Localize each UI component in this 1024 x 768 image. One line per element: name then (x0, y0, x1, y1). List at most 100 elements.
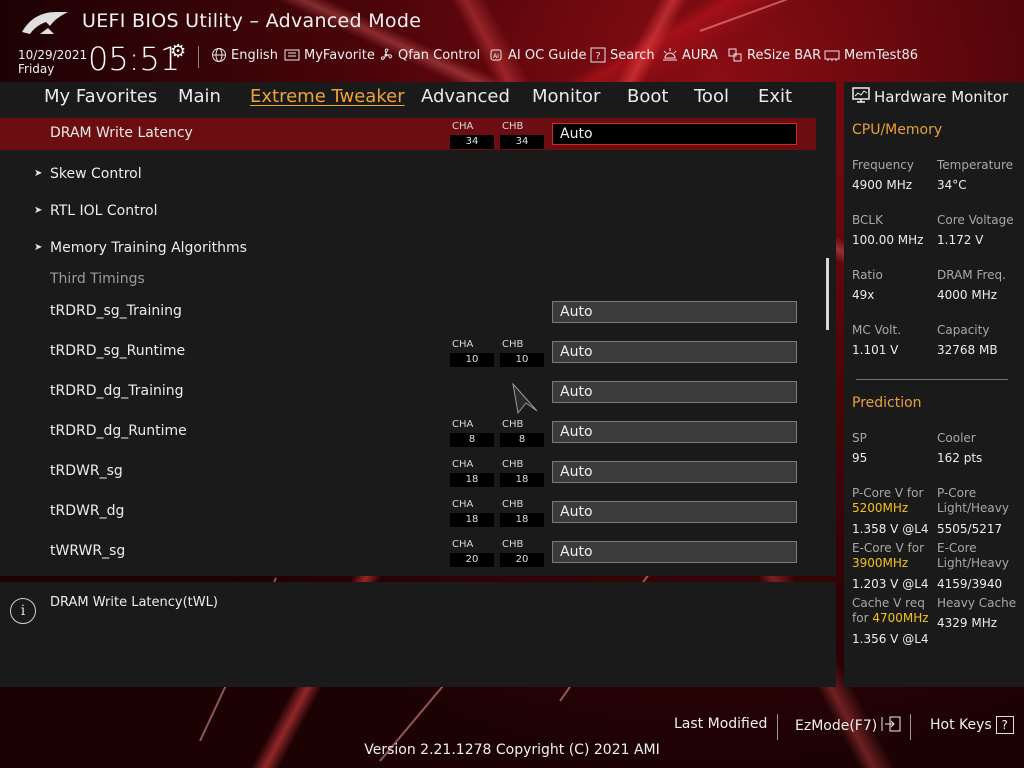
last-modified-button[interactable]: Last Modified (674, 716, 767, 732)
setting-row[interactable]: tWRWR_sg CHA 20 CHB 20 Auto (0, 536, 816, 568)
sp-label: SP (852, 431, 867, 445)
value-input[interactable]: Auto (552, 301, 797, 323)
aura-button[interactable]: AURA (662, 47, 718, 63)
date-text: 10/29/2021 (18, 48, 88, 62)
channel-b-readout: CHB 10 (500, 339, 546, 369)
temperature-value: 34°C (937, 178, 967, 192)
cache-v-value: 1.356 V @L4 (852, 632, 929, 646)
heavy-cache-value: 4329 MHz (937, 616, 998, 630)
temperature-label: Temperature (937, 158, 1014, 172)
gear-icon[interactable]: ⚙ (170, 41, 186, 62)
search-button[interactable]: ? Search (590, 47, 655, 63)
window-title: UEFI BIOS Utility – Advanced Mode (82, 10, 422, 32)
prediction-section-title: Prediction (852, 395, 922, 411)
qfan-control-button[interactable]: Qfan Control (378, 47, 480, 63)
help-text: DRAM Write Latency(tWL) (50, 595, 218, 610)
value-input[interactable]: Auto (552, 123, 797, 145)
hardware-monitor-title: Hardware Monitor (852, 86, 1008, 108)
heavy-cache-label: Heavy Cache (937, 596, 1017, 610)
submenu-rtl-iol-control[interactable]: ➤ RTL IOL Control (0, 196, 816, 228)
exit-arrow-icon (881, 716, 901, 736)
channel-b-readout: CHB 34 (500, 121, 546, 151)
tab-exit[interactable]: Exit (758, 86, 792, 107)
footer-divider (910, 714, 911, 740)
resize-bar-icon (727, 47, 743, 63)
cooler-value: 162 pts (937, 451, 983, 465)
pcore-freq: 5200MHz (852, 501, 909, 515)
value-input[interactable]: Auto (552, 541, 797, 563)
pcore-v-value: 1.358 V @L4 (852, 522, 929, 536)
value-input[interactable]: Auto (552, 461, 797, 483)
tab-my-favorites[interactable]: My Favorites (44, 86, 157, 107)
language-button[interactable]: English (211, 47, 278, 63)
frequency-value: 4900 MHz (852, 178, 913, 192)
ai-oc-guide-button[interactable]: AI AI OC Guide (488, 47, 586, 63)
setting-label: DRAM Write Latency (50, 125, 193, 141)
bclk-label: BCLK (852, 213, 883, 227)
setting-row[interactable]: tRDWR_dg CHA 18 CHB 18 Auto (0, 496, 816, 528)
section-header: Third Timings (0, 264, 816, 296)
mc-volt-value: 1.101 V (852, 343, 899, 357)
qfan-control-label: Qfan Control (398, 47, 481, 63)
clock[interactable]: 05:51 (88, 40, 180, 78)
tab-advanced[interactable]: Advanced (421, 86, 510, 107)
svg-text:?: ? (595, 51, 600, 62)
memory-icon (824, 47, 840, 63)
footer-divider (777, 714, 778, 740)
ezmode-button[interactable]: EzMode(F7) (795, 716, 901, 736)
submenu-memory-training-algorithms[interactable]: ➤ Memory Training Algorithms (0, 233, 816, 265)
tab-extreme-tweaker[interactable]: Extreme Tweaker (250, 86, 405, 107)
setting-label: tRDWR_dg (50, 503, 125, 519)
channel-a-readout: CHA 18 (450, 459, 496, 489)
channel-a-readout: CHA 34 (450, 121, 496, 151)
mc-volt-label: MC Volt. (852, 323, 902, 337)
setting-row[interactable]: tRDRD_dg_Training Auto (0, 376, 816, 408)
setting-row-dram-write-latency[interactable]: DRAM Write Latency CHA 34 CHB 34 Auto (0, 118, 816, 150)
value-input[interactable]: Auto (552, 501, 797, 523)
core-voltage-label: Core Voltage (937, 213, 1014, 227)
tab-tool[interactable]: Tool (694, 86, 729, 107)
cooler-label: Cooler (937, 431, 976, 445)
ecore-v-value: 1.203 V @L4 (852, 577, 929, 591)
favorite-list-icon (284, 47, 300, 63)
submenu-arrow-icon: ➤ (34, 242, 43, 253)
scrollbar[interactable] (826, 258, 829, 330)
rog-logo-icon (22, 12, 68, 34)
tab-boot[interactable]: Boot (627, 86, 668, 107)
value-input[interactable]: Auto (552, 421, 797, 443)
channel-a-readout: CHA 18 (450, 499, 496, 529)
myfavorite-button[interactable]: MyFavorite (284, 47, 375, 63)
ecore-v-label: E-Core V for 3900MHz (852, 541, 925, 570)
help-panel: i DRAM Write Latency(tWL) (0, 582, 836, 687)
tab-main[interactable]: Main (178, 86, 221, 107)
fan-icon (378, 47, 394, 63)
setting-label: tRDRD_sg_Runtime (50, 343, 186, 359)
submenu-arrow-icon: ➤ (34, 168, 43, 179)
value-input[interactable]: Auto (552, 341, 797, 363)
setting-label: tRDRD_dg_Runtime (50, 423, 187, 439)
info-icon: i (10, 598, 36, 624)
setting-row[interactable]: tRDRD_dg_Runtime CHA 8 CHB 8 Auto (0, 416, 816, 448)
memtest86-button[interactable]: MemTest86 (824, 47, 918, 63)
hardware-monitor-label: Hardware Monitor (874, 88, 1009, 106)
value-input[interactable]: Auto (552, 381, 797, 403)
submenu-skew-control[interactable]: ➤ Skew Control (0, 159, 816, 191)
setting-row[interactable]: tRDRD_sg_Training Auto (0, 296, 816, 328)
search-label: Search (610, 47, 655, 63)
ai-oc-guide-label: AI OC Guide (508, 47, 587, 63)
resize-bar-button[interactable]: ReSize BAR (727, 47, 821, 63)
hot-keys-button[interactable]: Hot Keys ? (930, 716, 1014, 734)
ezmode-label: EzMode(F7) (795, 718, 878, 734)
capacity-label: Capacity (937, 323, 990, 337)
setting-row[interactable]: tRDWR_sg CHA 18 CHB 18 Auto (0, 456, 816, 488)
setting-row[interactable]: tRDRD_sg_Runtime CHA 10 CHB 10 Auto (0, 336, 816, 368)
channel-b-readout: CHB 18 (500, 499, 546, 529)
tab-monitor[interactable]: Monitor (532, 86, 600, 107)
hardware-monitor-panel: Hardware Monitor CPU/Memory Frequency Te… (844, 82, 1024, 687)
toolbar-divider (198, 46, 199, 68)
ratio-value: 49x (852, 288, 875, 302)
setting-label: tRDRD_dg_Training (50, 383, 184, 399)
sp-value: 95 (852, 451, 868, 465)
ecore-light-heavy-value: 4159/3940 (937, 577, 1003, 591)
aura-light-icon (662, 47, 678, 63)
